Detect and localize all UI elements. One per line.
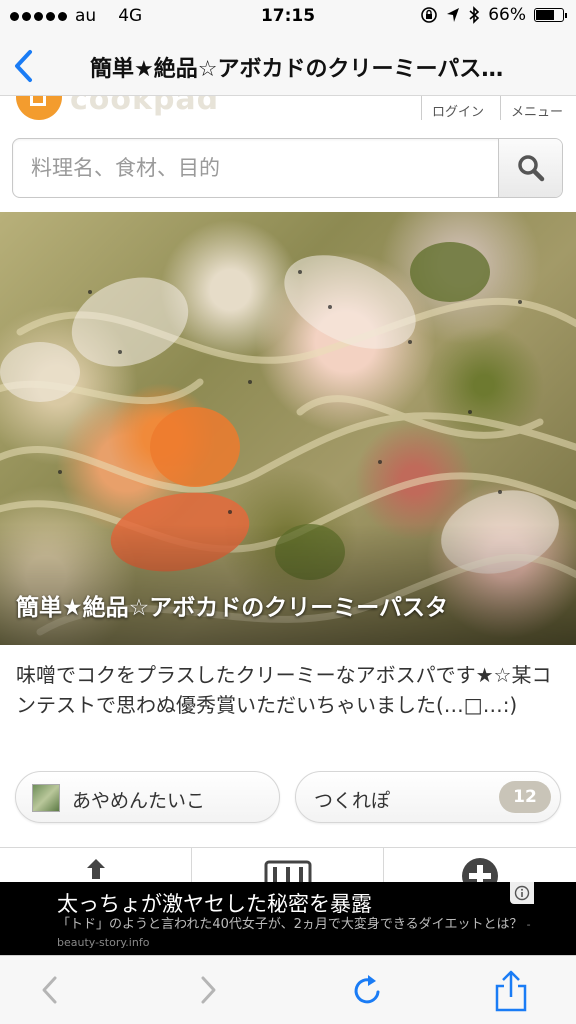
search-input[interactable] <box>13 139 499 197</box>
search-box <box>12 138 563 198</box>
browser-toolbar <box>0 955 576 1024</box>
share-action[interactable] <box>0 848 192 883</box>
recipe-action-row <box>0 847 576 889</box>
tsukurepo-button[interactable]: つくれぽ 12 <box>295 771 561 823</box>
recipe-title: 簡単★絶品☆アボカドのクリーミーパスタ <box>16 595 449 621</box>
status-bar: au 4G 17:15 66% <box>0 0 576 34</box>
login-link[interactable]: ログイン <box>432 101 484 120</box>
location-arrow-icon <box>447 8 460 22</box>
magnifier-icon <box>517 155 544 182</box>
site-header: cookpad ログイン メニュー <box>0 96 576 124</box>
search-button[interactable] <box>498 139 562 197</box>
recipe-photo[interactable]: 簡単★絶品☆アボカドのクリーミーパスタ <box>0 212 576 645</box>
divider <box>421 96 422 120</box>
tsukurepo-count-badge: 12 <box>499 781 551 813</box>
ad-body: 「トド」のようと言われた40代女子が、2ヵ月で大変身できるダイエットとは？ <box>57 917 523 932</box>
nav-title: 簡単★絶品☆アボカドのクリーミーパス… <box>90 57 504 82</box>
cookpad-logo-icon[interactable] <box>16 96 62 120</box>
rotation-lock-icon <box>421 7 438 23</box>
share-icon <box>495 970 527 1012</box>
kitchen-action[interactable] <box>192 848 384 889</box>
photo-shade <box>0 525 576 645</box>
tsukurepo-label: つくれぽ <box>314 790 391 812</box>
ad-title: 太っちょが激ヤセした秘密を暴露 <box>57 892 372 916</box>
nav-bar: 簡単★絶品☆アボカドのクリーミーパス… <box>0 34 576 96</box>
share-button[interactable] <box>491 970 531 1012</box>
menu-link[interactable]: メニュー <box>511 101 563 120</box>
ad-text: 「トド」のようと言われた40代女子が、2ヵ月で大変身できるダイエットとは？ - … <box>57 916 557 952</box>
battery-percent: 66% <box>488 5 526 25</box>
logo-text: cookpad <box>70 96 220 117</box>
browser-back-button[interactable] <box>30 970 70 1010</box>
author-button[interactable]: あやめんたいこ <box>15 771 280 823</box>
battery-fill <box>536 10 555 20</box>
avatar <box>32 784 60 812</box>
bluetooth-icon <box>469 6 480 24</box>
recipe-description: 味噌でコクをプラスしたクリーミーなアボスパです★☆某コンテストで思わぬ優秀賞いた… <box>16 663 552 717</box>
chevron-right-icon <box>201 976 216 1004</box>
reload-button[interactable] <box>348 970 388 1010</box>
ad-choices-icon[interactable] <box>510 882 534 904</box>
save-action[interactable] <box>384 848 576 886</box>
divider <box>500 96 501 120</box>
browser-forward-button[interactable] <box>188 970 228 1010</box>
chevron-left-icon <box>15 50 32 82</box>
status-right: 66% <box>420 5 567 25</box>
author-name: あやめんたいこ <box>72 790 206 812</box>
chevron-left-icon <box>42 976 57 1004</box>
back-button[interactable] <box>8 46 44 86</box>
ad-banner[interactable]: 太っちょが激ヤセした秘密を暴露 「トド」のようと言われた40代女子が、2ヵ月で大… <box>0 882 576 955</box>
reload-icon <box>354 975 380 1004</box>
battery-icon <box>534 8 567 22</box>
